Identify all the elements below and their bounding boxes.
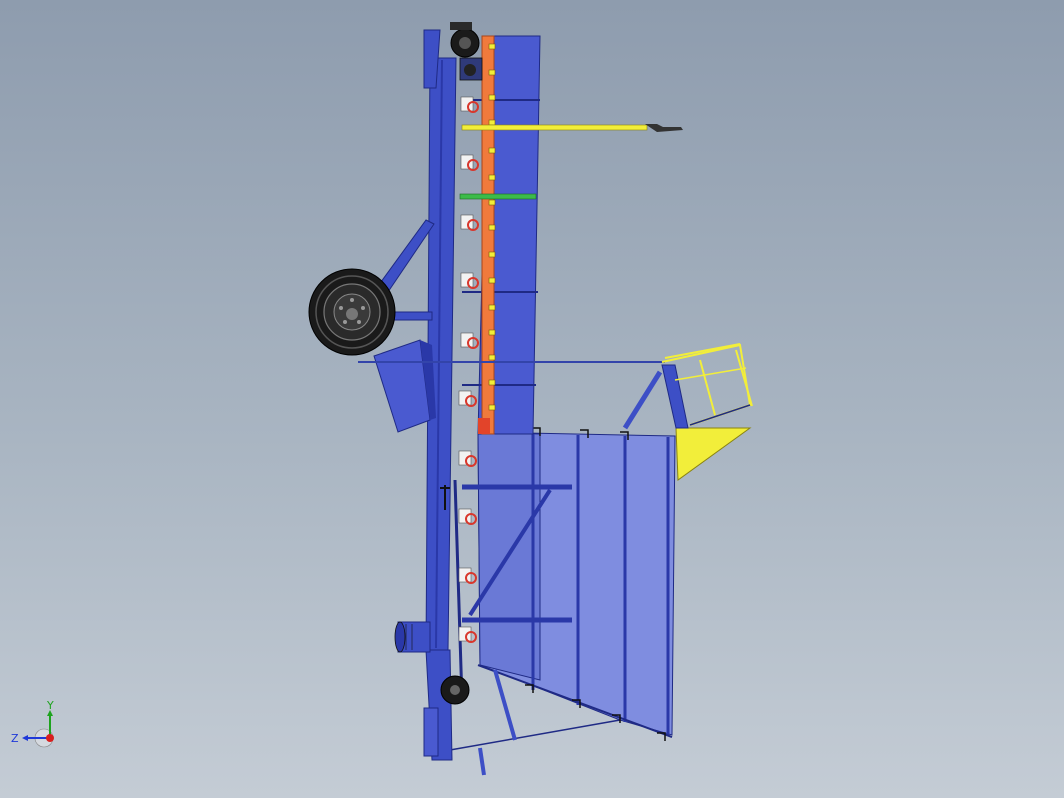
axis-triad: Y Z (11, 699, 54, 748)
green-rail (459, 193, 537, 200)
conveyor-side-panel (462, 35, 541, 435)
yellow-rail (461, 124, 648, 131)
motor-box (373, 339, 431, 433)
rail-hook (645, 124, 683, 132)
hopper-strut (478, 747, 486, 776)
wheel (308, 268, 396, 356)
hopper-assembly (449, 427, 676, 776)
axle (389, 311, 433, 321)
y-axis-label: Y (46, 699, 54, 712)
wheel-support-arm (377, 219, 435, 293)
hopper-strut (493, 669, 517, 741)
tail-pulley (440, 675, 470, 705)
conveyor-hopper-model[interactable] (0, 0, 1064, 798)
drive-motor (394, 621, 431, 653)
z-axis-arrow-icon (22, 735, 28, 741)
hopper-skirt (449, 719, 621, 751)
x-axis-dot (46, 734, 54, 742)
cad-viewport[interactable]: Y Z (0, 0, 1064, 798)
z-axis-label: Z (11, 732, 19, 745)
idler-rollers (458, 96, 479, 643)
